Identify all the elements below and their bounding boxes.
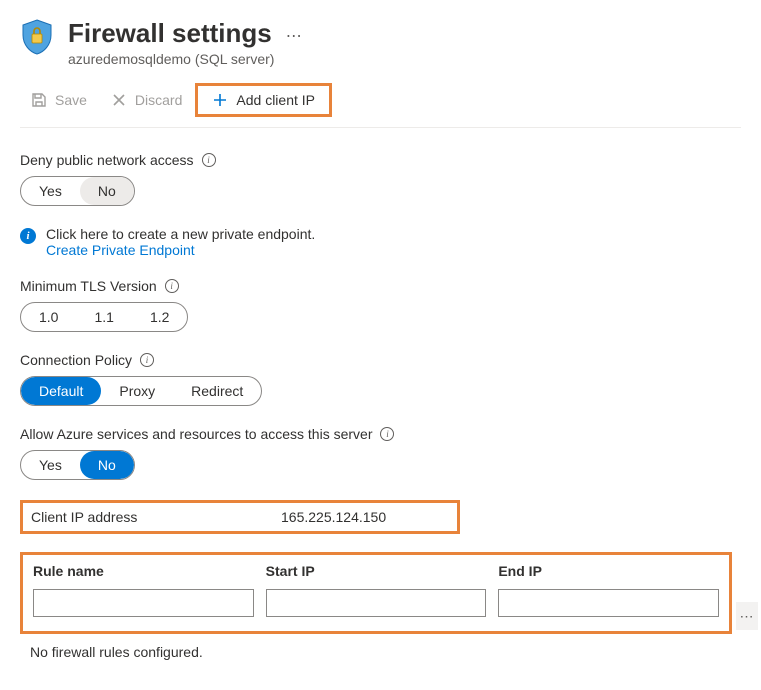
page-subtitle: azuredemosqldemo (SQL server) — [68, 51, 302, 67]
discard-button: Discard — [100, 85, 193, 115]
deny-access-yes[interactable]: Yes — [21, 177, 80, 205]
allow-azure-no[interactable]: No — [80, 451, 134, 479]
client-ip-value: 165.225.124.150 — [281, 509, 386, 525]
client-ip-label: Client IP address — [31, 509, 281, 525]
deny-access-label: Deny public network access — [20, 152, 194, 168]
save-icon — [31, 92, 47, 108]
tls-toggle[interactable]: 1.0 1.1 1.2 — [20, 302, 188, 332]
add-client-ip-button[interactable]: Add client IP — [195, 83, 332, 117]
private-endpoint-text: Click here to create a new private endpo… — [46, 226, 315, 242]
firewall-rules-table: Rule name Start IP End IP — [20, 552, 732, 634]
info-icon[interactable]: i — [380, 427, 394, 441]
policy-redirect[interactable]: Redirect — [173, 377, 261, 405]
policy-label: Connection Policy — [20, 352, 132, 368]
col-rule-name: Rule name — [33, 563, 254, 579]
rule-name-input[interactable] — [33, 589, 254, 617]
policy-default[interactable]: Default — [21, 377, 101, 405]
save-button: Save — [20, 85, 98, 115]
start-ip-input[interactable] — [266, 589, 487, 617]
table-row — [33, 589, 719, 617]
deny-access-no[interactable]: No — [80, 177, 134, 205]
client-ip-row: Client IP address 165.225.124.150 — [20, 500, 460, 534]
page-title: Firewall settings — [68, 18, 272, 49]
policy-toggle[interactable]: Default Proxy Redirect — [20, 376, 262, 406]
tls-11[interactable]: 1.1 — [76, 303, 131, 331]
plus-icon — [212, 92, 228, 108]
info-icon[interactable]: i — [202, 153, 216, 167]
info-icon[interactable]: i — [165, 279, 179, 293]
col-start-ip: Start IP — [266, 563, 487, 579]
end-ip-input[interactable] — [498, 589, 719, 617]
empty-rules-message: No firewall rules configured. — [20, 644, 741, 660]
discard-icon — [111, 92, 127, 108]
info-icon: i — [20, 228, 36, 244]
tls-10[interactable]: 1.0 — [21, 303, 76, 331]
policy-proxy[interactable]: Proxy — [101, 377, 173, 405]
shield-lock-icon — [20, 18, 54, 59]
deny-access-toggle[interactable]: Yes No — [20, 176, 135, 206]
allow-azure-toggle[interactable]: Yes No — [20, 450, 135, 480]
allow-azure-yes[interactable]: Yes — [21, 451, 80, 479]
tls-label: Minimum TLS Version — [20, 278, 157, 294]
row-more-button[interactable]: ⋯ — [736, 602, 758, 630]
create-private-endpoint-link[interactable]: Create Private Endpoint — [46, 242, 315, 258]
tls-12[interactable]: 1.2 — [132, 303, 187, 331]
more-icon[interactable]: ⋯ — [286, 26, 302, 46]
allow-azure-label: Allow Azure services and resources to ac… — [20, 426, 372, 442]
col-end-ip: End IP — [498, 563, 719, 579]
info-icon[interactable]: i — [140, 353, 154, 367]
